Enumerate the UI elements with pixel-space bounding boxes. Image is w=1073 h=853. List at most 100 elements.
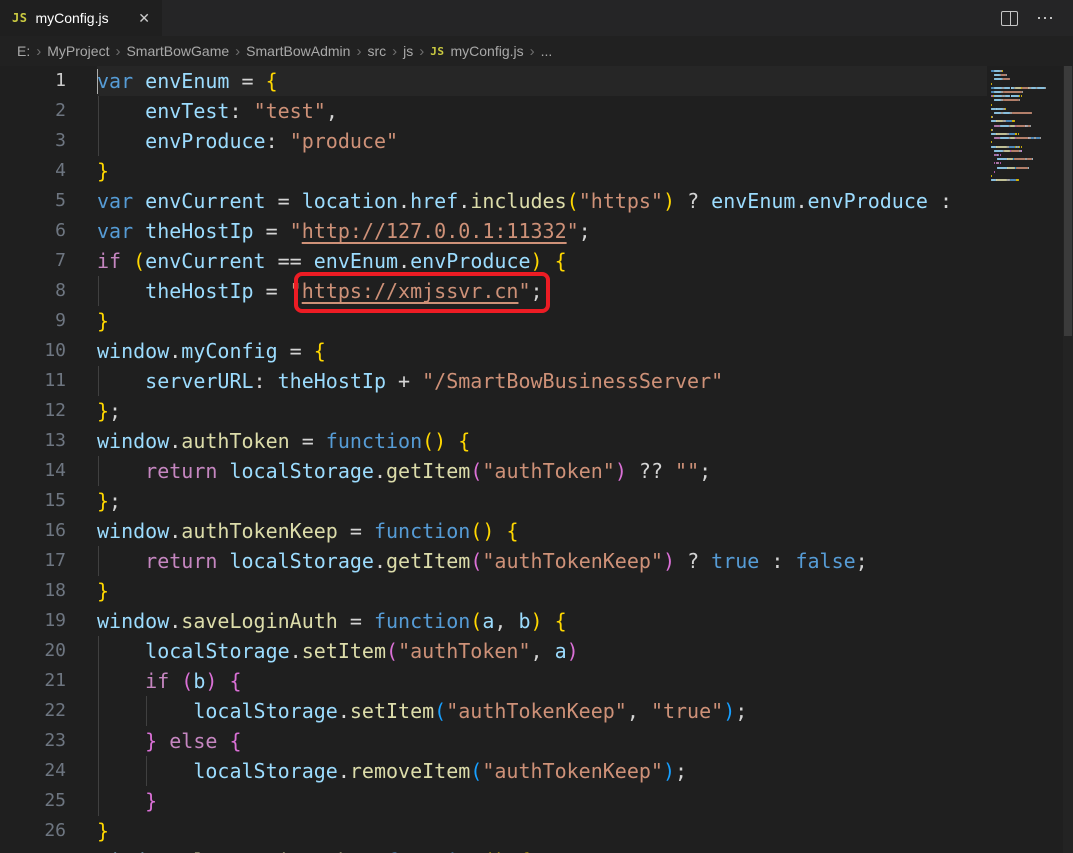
minimap-line	[998, 154, 999, 156]
minimap-line	[1000, 125, 1009, 127]
breadcrumb-separator-icon: ›	[235, 43, 240, 60]
line-number: 2	[0, 96, 97, 126]
code-line[interactable]: theHostIp = "https://xmjssvr.cn";	[97, 276, 987, 306]
code-line[interactable]: if (envCurrent == envEnum.envProduce) {	[97, 246, 987, 276]
code-line[interactable]: envTest: "test",	[97, 96, 987, 126]
minimap-line	[1015, 133, 1017, 135]
editor-pane[interactable]: 1234567891011121314151617181920212223242…	[0, 66, 1073, 853]
breadcrumb-item[interactable]: ...	[541, 43, 553, 59]
minimap-line	[994, 150, 1003, 152]
indent-guide	[98, 366, 99, 396]
minimap-line	[994, 171, 995, 173]
breadcrumb-item[interactable]: E:	[17, 43, 30, 59]
code-line[interactable]: window.myConfig = {	[97, 336, 987, 366]
minimap-line	[1028, 167, 1029, 169]
tab-label: myConfig.js	[35, 10, 130, 26]
code-area[interactable]: var envEnum = { envTest: "test", envProd…	[97, 66, 987, 853]
line-number: 14	[0, 456, 97, 486]
line-number: 11	[0, 366, 97, 396]
minimap-line	[1012, 112, 1032, 114]
code-line[interactable]: var envCurrent = location.href.includes(…	[97, 186, 987, 216]
more-actions-icon[interactable]: ⋯	[1036, 13, 1055, 23]
split-editor-icon[interactable]	[1001, 11, 1018, 26]
breadcrumb-item[interactable]: SmartBowGame	[126, 43, 229, 59]
line-number: 3	[0, 126, 97, 156]
minimap-line	[1018, 179, 1019, 181]
code-line[interactable]: return localStorage.getItem("authToken")…	[97, 456, 987, 486]
code-line[interactable]: serverURL: theHostIp + "/SmartBowBusines…	[97, 366, 987, 396]
tab-myconfig-js[interactable]: JS myConfig.js ✕	[0, 0, 162, 36]
breadcrumb-label: src	[367, 43, 386, 59]
code-line[interactable]: window.authTokenKeep = function() {	[97, 516, 987, 546]
line-number: 5	[0, 186, 97, 216]
minimap-line	[994, 95, 1002, 97]
code-line[interactable]: var envEnum = {	[97, 66, 987, 96]
line-number: 26	[0, 816, 97, 846]
minimap-line	[1007, 167, 1015, 169]
breadcrumb: E:›MyProject›SmartBowGame›SmartBowAdmin›…	[0, 36, 1073, 66]
code-line[interactable]: var theHostIp = "http://127.0.0.1:11332"…	[97, 216, 987, 246]
minimap-line	[1022, 87, 1027, 89]
line-number: 24	[0, 756, 97, 786]
minimap-line	[1004, 99, 1018, 101]
breadcrumb-item[interactable]: src	[367, 43, 386, 59]
breadcrumb-item[interactable]: js	[403, 43, 413, 59]
breadcrumb-label: MyProject	[47, 43, 109, 59]
code-line[interactable]: return localStorage.getItem("authTokenKe…	[97, 546, 987, 576]
scrollbar-thumb[interactable]	[1064, 66, 1072, 336]
breadcrumb-separator-icon: ›	[356, 43, 361, 60]
minimap-line	[1016, 125, 1025, 127]
code-line[interactable]: }	[97, 156, 987, 186]
minimap-line	[1000, 137, 1009, 139]
minimap-line	[996, 162, 999, 164]
line-number: 21	[0, 666, 97, 696]
breadcrumb-item[interactable]: MyProject	[47, 43, 109, 59]
line-number: 8	[0, 276, 97, 306]
code-line[interactable]: }	[97, 576, 987, 606]
indent-guide	[98, 456, 99, 486]
minimap-line	[1011, 95, 1019, 97]
code-line[interactable]: localStorage.setItem("authTokenKeep", "t…	[97, 696, 987, 726]
minimap-line	[996, 179, 1007, 181]
line-number: 9	[0, 306, 97, 336]
minimap-line	[1000, 162, 1001, 164]
close-tab-icon[interactable]: ✕	[138, 11, 150, 25]
minimap-line	[1037, 87, 1045, 89]
minimap-line	[994, 70, 999, 72]
code-line[interactable]: };	[97, 396, 987, 426]
line-number: 19	[0, 606, 97, 636]
minimap-line	[1045, 87, 1047, 89]
editor-actions: ⋯	[1001, 0, 1073, 36]
indent-guide	[98, 786, 99, 816]
code-line[interactable]: localStorage.removeItem("authTokenKeep")…	[97, 756, 987, 786]
line-number: 15	[0, 486, 97, 516]
breadcrumb-item[interactable]: JSmyConfig.js	[430, 43, 523, 59]
minimap-line	[1021, 95, 1022, 97]
code-line[interactable]: if (b) {	[97, 666, 987, 696]
minimap-line	[991, 175, 992, 177]
code-line[interactable]: window.clearLoginAuth = function() {	[97, 846, 987, 853]
minimap-line	[1016, 179, 1018, 181]
scrollbar[interactable]	[1063, 66, 1073, 853]
minimap-line	[1000, 154, 1001, 156]
code-line[interactable]: window.authToken = function() {	[97, 426, 987, 456]
code-line[interactable]: }	[97, 816, 987, 846]
indent-guide	[98, 756, 99, 786]
minimap-line	[1016, 167, 1028, 169]
code-line[interactable]: } else {	[97, 726, 987, 756]
javascript-file-icon: JS	[12, 11, 27, 25]
indent-guide	[98, 126, 99, 156]
line-number: 23	[0, 726, 97, 756]
code-line[interactable]: envProduce: "produce"	[97, 126, 987, 156]
minimap-line	[994, 78, 1002, 80]
code-line[interactable]: }	[97, 786, 987, 816]
code-line[interactable]: localStorage.setItem("authToken", a)	[97, 636, 987, 666]
minimap-line	[991, 179, 996, 181]
minimap-line	[996, 133, 1006, 135]
code-line[interactable]: };	[97, 486, 987, 516]
code-line[interactable]: window.saveLoginAuth = function(a, b) {	[97, 606, 987, 636]
minimap-line	[1002, 70, 1003, 72]
code-line[interactable]: }	[97, 306, 987, 336]
breadcrumb-item[interactable]: SmartBowAdmin	[246, 43, 350, 59]
minimap[interactable]	[987, 66, 1063, 853]
